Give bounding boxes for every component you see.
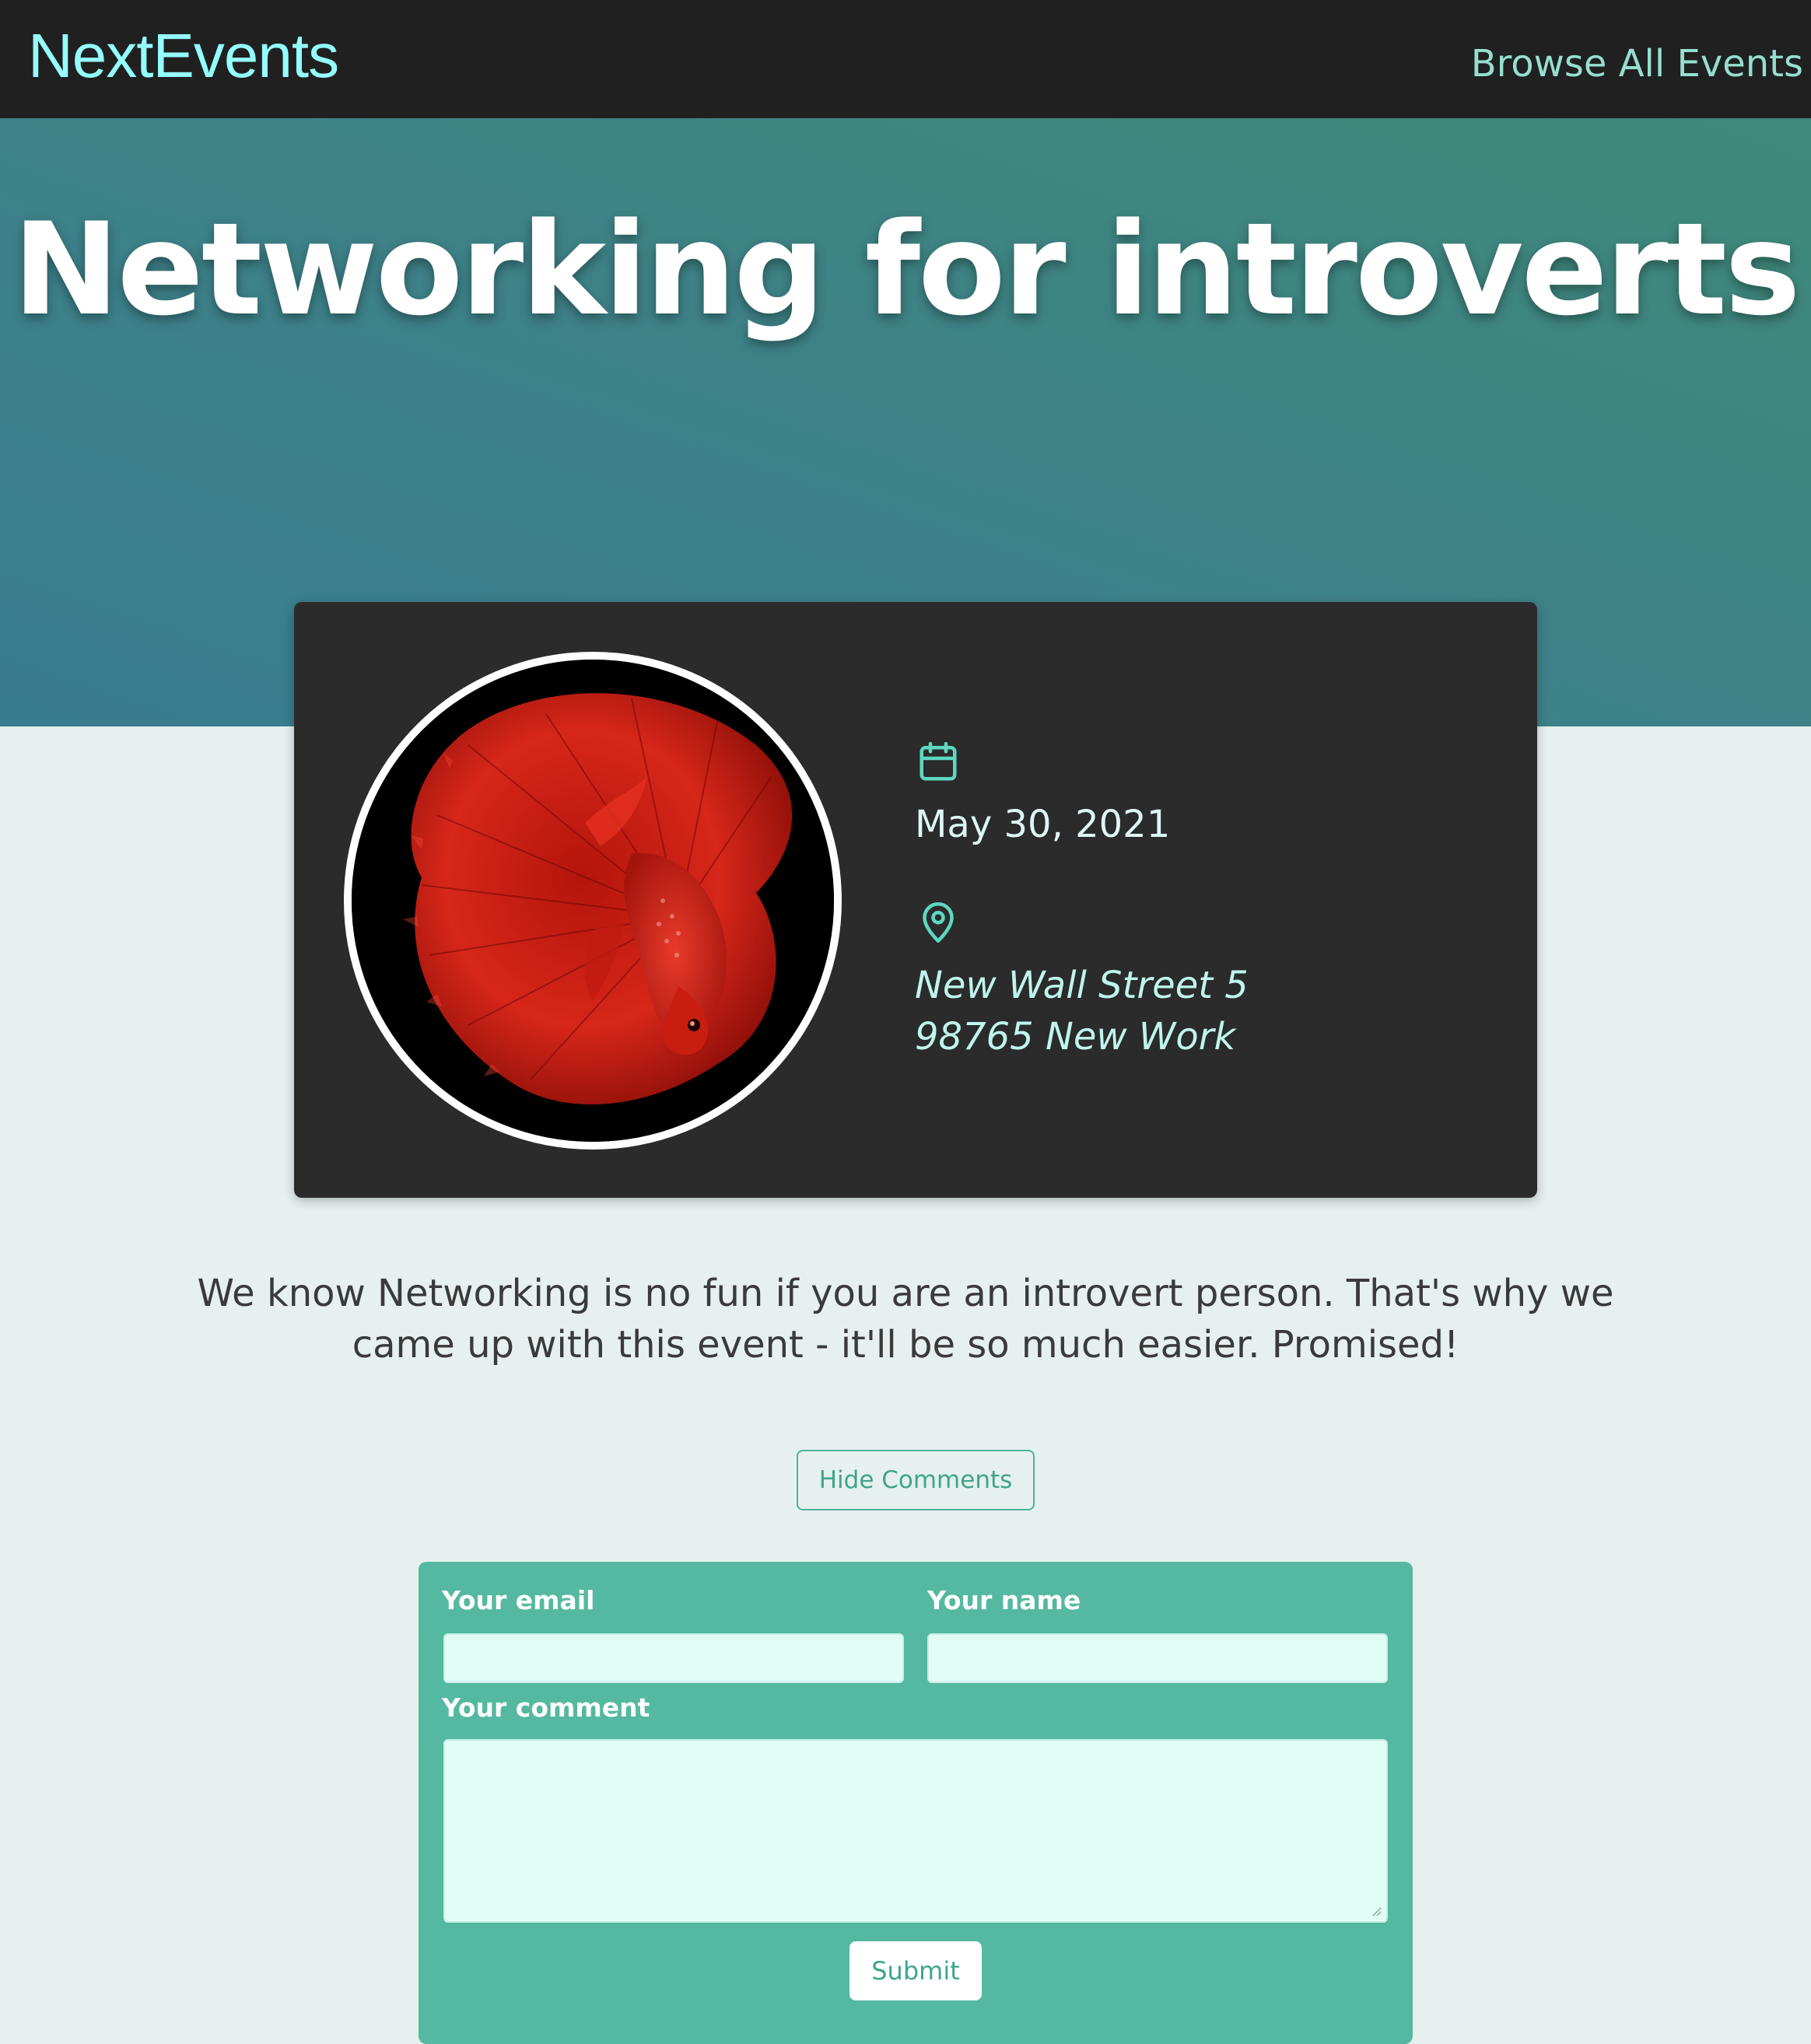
event-date: May 30, 2021 bbox=[915, 803, 1171, 846]
hide-comments-button[interactable]: Hide Comments bbox=[797, 1450, 1035, 1510]
calendar-icon bbox=[915, 739, 962, 786]
name-field[interactable] bbox=[927, 1633, 1388, 1683]
name-label: Your name bbox=[927, 1585, 1081, 1615]
red-betta-fish-image bbox=[352, 660, 834, 1142]
event-description: We know Networking is no fun if you are … bbox=[197, 1272, 1614, 1367]
event-title: Networking for introverts bbox=[12, 195, 1800, 344]
browse-all-events-link[interactable]: Browse All Events bbox=[1471, 40, 1803, 87]
email-label: Your email bbox=[442, 1585, 595, 1615]
address-city: 98765 New Work bbox=[915, 1015, 1236, 1059]
logo-link[interactable]: NextEvents bbox=[28, 19, 339, 93]
map-pin-icon bbox=[915, 899, 962, 946]
main-header: NextEvents Browse All Events bbox=[0, 0, 1811, 118]
email-field[interactable] bbox=[443, 1633, 904, 1683]
comment-form: Your email Your name Your comment Submit bbox=[419, 1562, 1413, 2044]
event-address: New Wall Street 5 98765 New Work bbox=[915, 960, 1249, 1062]
resize-handle-icon[interactable] bbox=[1371, 1906, 1382, 1916]
event-image bbox=[344, 652, 842, 1150]
comment-textarea[interactable] bbox=[443, 1739, 1388, 1923]
submit-button[interactable]: Submit bbox=[849, 1941, 982, 2000]
event-logistics-card: May 30, 2021 New Wall Street 5 98765 New… bbox=[294, 602, 1537, 1198]
comment-label: Your comment bbox=[442, 1692, 650, 1723]
address-street: New Wall Street 5 bbox=[915, 964, 1249, 1007]
